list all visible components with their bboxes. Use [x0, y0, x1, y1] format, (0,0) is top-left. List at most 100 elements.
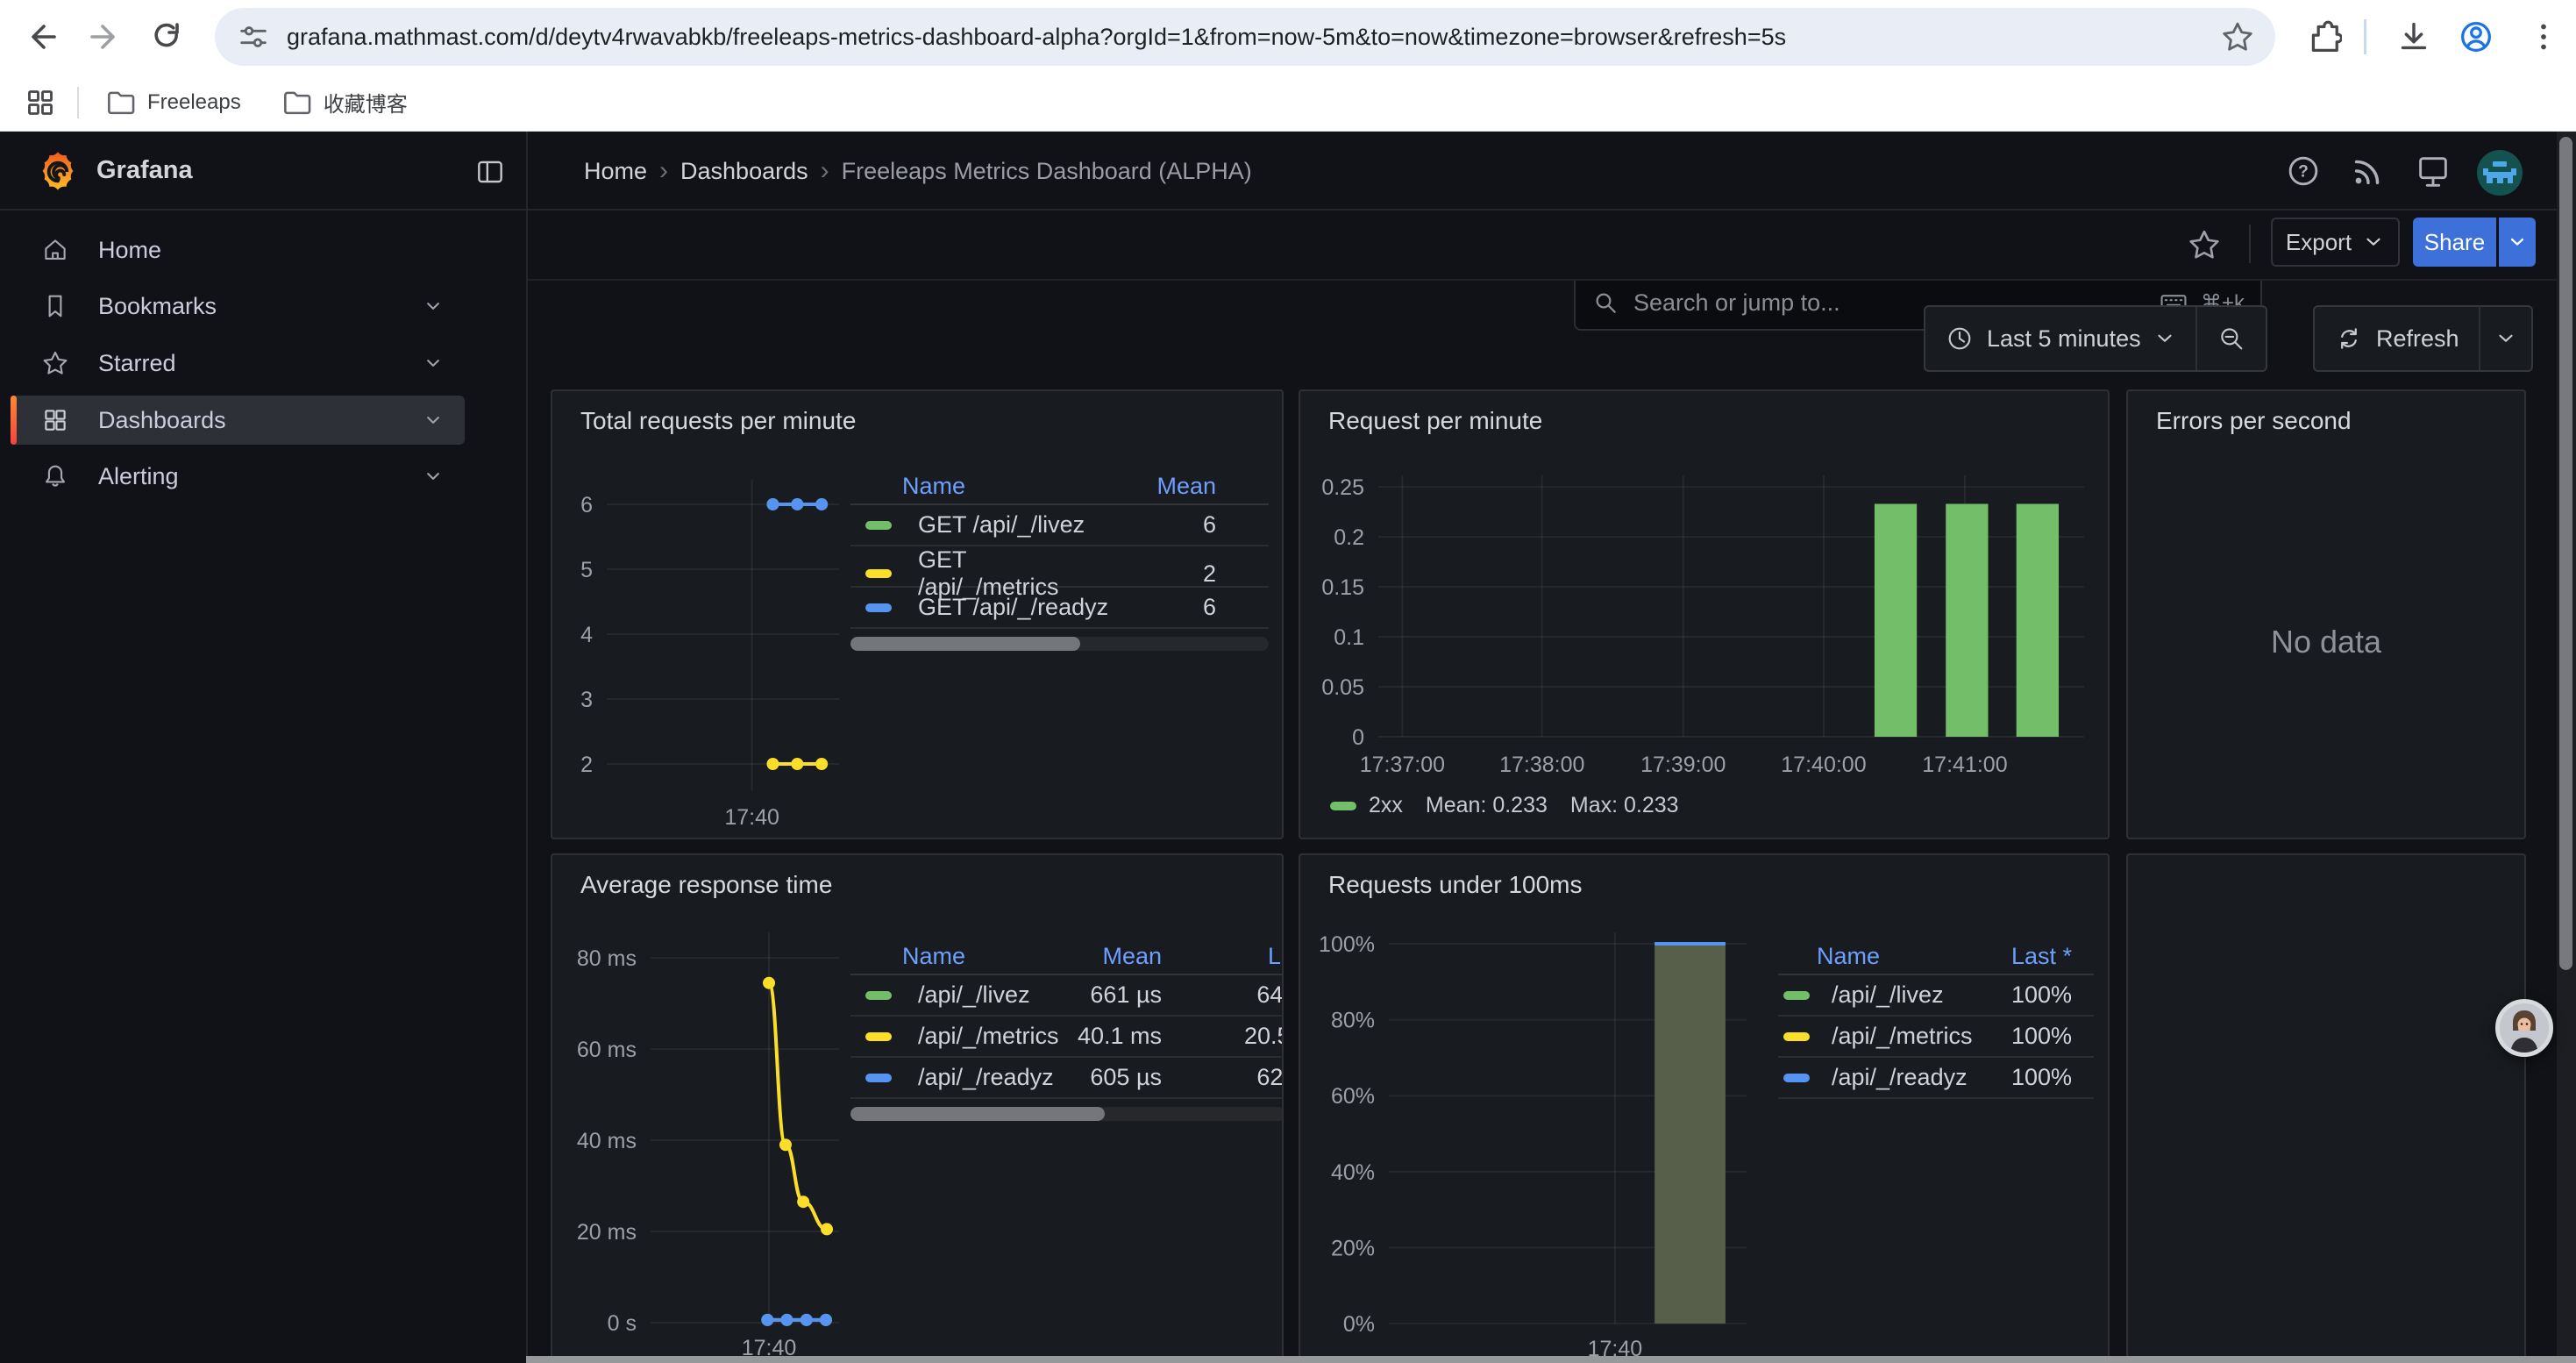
chevron-down-icon[interactable] [421, 294, 445, 318]
breadcrumb-chevron: › [647, 156, 680, 186]
legend-series[interactable]: 2xx [1369, 793, 1403, 818]
panel-avg-response-time: Average response time 80 ms60 ms40 ms20 … [551, 853, 1284, 1363]
svg-text:6: 6 [580, 493, 593, 517]
time-range-main[interactable]: Last 5 minutes [1925, 307, 2195, 370]
table-scrollbar[interactable] [850, 1107, 1284, 1121]
dock-sidebar-toggle-icon[interactable] [473, 155, 507, 189]
horizontal-scrollbar[interactable] [526, 1356, 2576, 1363]
svg-text:17:37:00: 17:37:00 [1360, 753, 1445, 777]
series-name[interactable]: /api/_/metrics [1832, 1023, 1973, 1050]
chevron-down-icon[interactable] [421, 351, 445, 375]
kiosk-monitor-icon[interactable] [2413, 151, 2453, 191]
panel-requests-under-100ms: Requests under 100ms 100%80%60%40%20%0%1… [1299, 853, 2110, 1363]
dashboards-grid-icon [40, 405, 70, 435]
refresh-button[interactable]: Refresh [2315, 307, 2479, 370]
svg-text:0.05: 0.05 [1321, 675, 1364, 700]
svg-text:17:39:00: 17:39:00 [1640, 753, 1726, 777]
column-header-name[interactable]: Name [850, 473, 1114, 500]
sidebar-item-home[interactable]: Home [11, 225, 465, 275]
svg-text:40 ms: 40 ms [577, 1129, 637, 1153]
sidebar-item-label: Dashboards [98, 407, 226, 434]
table-row[interactable]: /api/_/livez 661 µs 646 µs [850, 975, 1284, 1017]
column-header-last[interactable]: Last * [1162, 943, 1284, 970]
profile-icon[interactable] [2456, 17, 2496, 57]
sidebar-item-dashboards[interactable]: Dashboards [11, 396, 465, 445]
table-row[interactable]: /api/_/metrics 40.1 ms 20.5 ms [850, 1017, 1284, 1058]
series-mean: 40.1 ms [1043, 1023, 1162, 1050]
sidebar-item-starred[interactable]: Starred [11, 339, 465, 388]
column-header-mean[interactable]: Mean [1114, 473, 1216, 500]
zoom-out-button[interactable] [2197, 307, 2266, 370]
rss-news-icon[interactable] [2348, 151, 2388, 191]
site-info-icon[interactable] [236, 19, 271, 54]
forward-icon[interactable] [83, 16, 125, 58]
table-scrollbar[interactable] [850, 637, 1269, 651]
share-dropdown-button[interactable] [2499, 218, 2536, 267]
extensions-icon[interactable] [2302, 17, 2342, 57]
series-name[interactable]: GET /api/_/readyz [918, 594, 1108, 621]
column-header-name[interactable]: Name [850, 943, 1043, 970]
series-last: 620 µs [1162, 1064, 1284, 1091]
back-icon[interactable] [21, 16, 63, 58]
series-name[interactable]: /api/_/readyz [1832, 1064, 1968, 1091]
breadcrumb-home[interactable]: Home [584, 158, 647, 185]
series-name[interactable]: /api/_/metrics [918, 1023, 1059, 1050]
refresh-interval-dropdown[interactable] [2480, 307, 2531, 370]
request-per-minute-chart[interactable]: 0.250.20.150.10.05017:37:0017:38:0017:39… [1300, 391, 2110, 839]
grafana-logo[interactable] [35, 149, 81, 195]
favorite-star-icon[interactable] [2186, 226, 2223, 263]
floating-assistant-avatar[interactable] [2495, 999, 2553, 1057]
table-row[interactable]: /api/_/readyz 100% [1778, 1058, 2094, 1099]
column-header-name[interactable]: Name [1778, 943, 1962, 970]
svg-text:5: 5 [580, 558, 593, 582]
page-scrollbar-thumb[interactable] [2559, 137, 2572, 970]
series-name[interactable]: GET /api/_/metrics [918, 546, 1114, 601]
menu-dots-icon[interactable] [2523, 17, 2564, 57]
refresh-button-group[interactable]: Refresh [2313, 305, 2533, 372]
bookmark-star-icon[interactable] [2219, 18, 2256, 55]
chevron-down-icon[interactable] [421, 464, 445, 489]
svg-text:40%: 40% [1331, 1160, 1375, 1185]
series-name[interactable]: GET /api/_/livez [918, 511, 1085, 539]
assistant-avatar-image [2500, 1003, 2549, 1053]
table-row[interactable]: /api/_/readyz 605 µs 620 µs [850, 1058, 1284, 1099]
series-last: 646 µs [1162, 981, 1284, 1009]
downloads-icon[interactable] [2394, 17, 2434, 57]
svg-text:17:41:00: 17:41:00 [1922, 753, 2007, 777]
time-range-picker[interactable]: Last 5 minutes [1924, 305, 2267, 372]
export-button[interactable]: Export [2271, 218, 2400, 267]
series-swatch [1783, 1032, 1810, 1041]
bookmark-folder-freeleaps[interactable]: Freeleaps [103, 86, 241, 119]
bookmark-folder-blogs[interactable]: 收藏博客 [280, 86, 408, 119]
bell-icon [40, 461, 70, 491]
table-row[interactable]: /api/_/livez 100% [1778, 975, 2094, 1017]
series-name[interactable]: /api/_/livez [918, 981, 1030, 1009]
url-text[interactable]: grafana.mathmast.com/d/deytv4rwavabkb/fr… [287, 24, 2200, 51]
table-row[interactable]: GET /api/_/livez 6 [850, 505, 1269, 546]
column-header-mean[interactable]: Mean [1043, 943, 1162, 970]
table-row[interactable]: /api/_/metrics 100% [1778, 1017, 2094, 1058]
under-100ms-chart[interactable]: 100%80%60%40%20%0%17:40 [1300, 855, 2110, 1363]
table-scrollbar-thumb[interactable] [850, 637, 1080, 651]
svg-text:0: 0 [1352, 725, 1364, 750]
table-scrollbar-thumb[interactable] [850, 1107, 1105, 1121]
apps-grid-icon[interactable] [23, 85, 58, 120]
sidebar-item-alerting[interactable]: Alerting [11, 452, 465, 501]
share-button[interactable]: Share [2413, 218, 2496, 267]
breadcrumb-dashboards[interactable]: Dashboards [680, 158, 808, 185]
reload-icon[interactable] [146, 16, 188, 58]
panel-title[interactable]: Errors per second [2156, 407, 2352, 435]
series-name[interactable]: /api/_/livez [1832, 981, 1944, 1009]
panel-request-per-minute: Request per minute 0.250.20.150.10.05017… [1299, 389, 2110, 839]
svg-text:4: 4 [580, 623, 593, 647]
table-row[interactable]: GET /api/_/metrics 2 [850, 546, 1269, 588]
url-bar[interactable]: grafana.mathmast.com/d/deytv4rwavabkb/fr… [215, 8, 2275, 66]
chevron-down-icon[interactable] [421, 408, 445, 432]
series-name[interactable]: /api/_/readyz [918, 1064, 1054, 1091]
sidebar-item-bookmarks[interactable]: Bookmarks [11, 282, 465, 331]
help-icon[interactable]: ? [2283, 151, 2323, 191]
user-avatar[interactable] [2476, 149, 2523, 196]
series-last: 100% [1962, 1023, 2072, 1050]
table-row[interactable]: GET /api/_/readyz 6 [850, 588, 1269, 629]
column-header-last[interactable]: Last * [1962, 943, 2072, 970]
